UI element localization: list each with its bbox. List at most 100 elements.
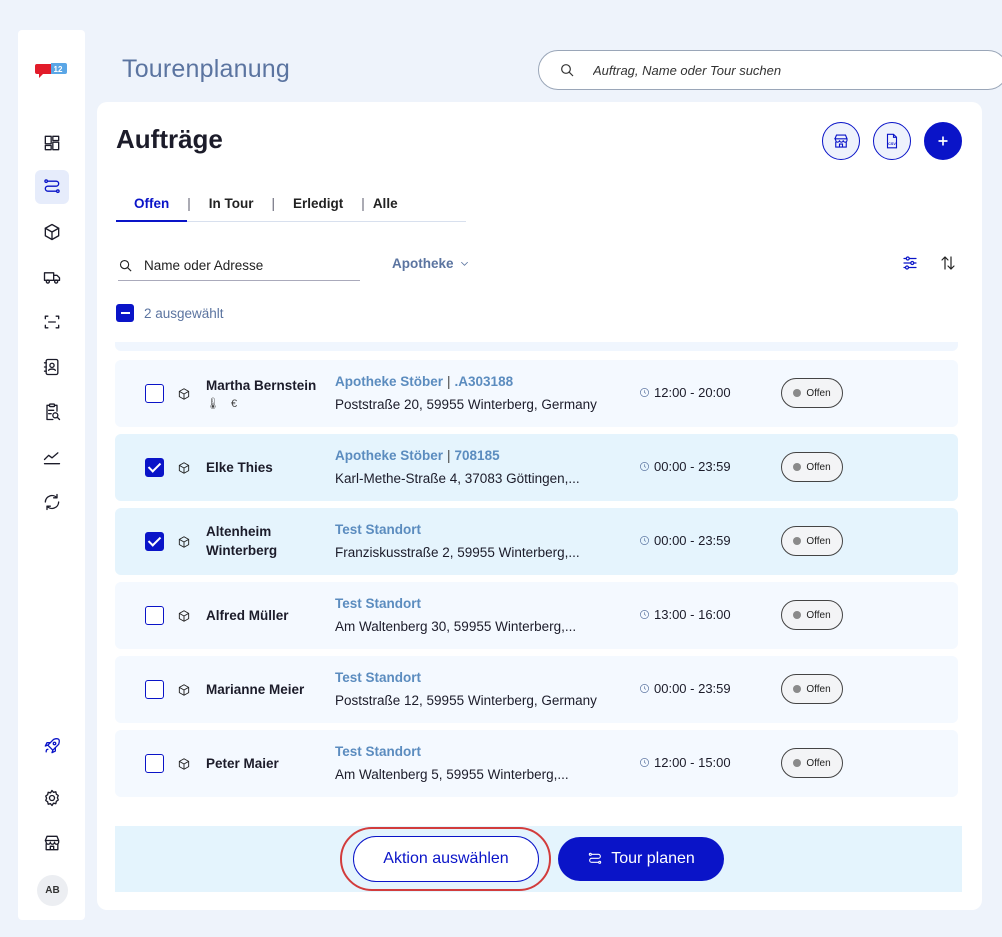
analytics-icon[interactable]	[40, 445, 64, 469]
list-row-partial	[115, 342, 958, 351]
csv-import-button[interactable]: CSV	[873, 122, 911, 160]
status-badge: Offen	[781, 378, 843, 408]
store-icon[interactable]	[40, 831, 64, 855]
clipboard-search-icon[interactable]	[40, 400, 64, 424]
time-window-value: 00:00 - 23:59	[654, 681, 731, 696]
customer-name: Marianne Meier	[206, 682, 305, 697]
order-address: Poststraße 12, 59955 Winterberg, Germany	[335, 693, 597, 708]
location-separator: |	[447, 448, 451, 463]
time-window: 00:00 - 23:59	[639, 459, 731, 474]
location-dropdown-value: Apotheke	[392, 256, 454, 271]
plan-tour-button[interactable]: Tour planen	[558, 837, 724, 881]
orders-list: Martha Bernstein 🌡 € Apotheke Stöber | .A3…	[115, 342, 958, 807]
row-checkbox[interactable]	[145, 532, 164, 551]
status-label: Offen	[806, 609, 831, 621]
row-checkbox[interactable]	[145, 606, 164, 625]
sort-button[interactable]	[939, 254, 959, 274]
order-location[interactable]: Test Standort	[335, 670, 421, 685]
order-address: Karl-Methe-Straße 4, 37083 Göttingen,...	[335, 471, 580, 486]
customer-name: Martha Bernstein	[206, 378, 317, 393]
package-icon[interactable]	[40, 220, 64, 244]
status-badge: Offen	[781, 674, 843, 704]
truck-icon[interactable]	[40, 265, 64, 289]
dashboard-icon[interactable]	[40, 131, 64, 155]
filter-settings-button[interactable]	[901, 254, 921, 274]
time-window-value: 12:00 - 15:00	[654, 755, 731, 770]
route-icon[interactable]	[35, 170, 69, 204]
status-label: Offen	[806, 461, 831, 473]
store-icon	[834, 134, 848, 148]
plan-tour-label: Tour planen	[611, 850, 695, 867]
customer-name: Altenheim Winterberg	[206, 524, 278, 558]
user-avatar[interactable]: AB	[37, 875, 68, 906]
status-badge: Offen	[781, 600, 843, 630]
svg-text:CSV: CSV	[888, 142, 896, 146]
add-order-button[interactable]	[924, 122, 962, 160]
app-logo[interactable]: 12	[35, 60, 69, 80]
section-title: Aufträge	[116, 124, 223, 154]
location-separator: |	[447, 374, 451, 389]
order-address: Franziskusstraße 2, 59955 Winterberg,...	[335, 545, 580, 560]
table-row[interactable]: Martha Bernstein 🌡 € Apotheke Stöber | .A3…	[115, 360, 958, 427]
sort-icon	[941, 256, 955, 270]
table-row[interactable]: Alfred Müller Test Standort Am Waltenber…	[115, 582, 958, 649]
sliders-icon	[903, 256, 917, 270]
clock-icon	[640, 536, 649, 545]
orders-panel: Aufträge CSV Offen | In Tour | Erledigt …	[97, 102, 982, 910]
clock-icon	[640, 388, 649, 397]
customer-name: Peter Maier	[206, 756, 279, 771]
table-row[interactable]: Marianne Meier Test Standort Poststraße …	[115, 656, 958, 723]
location-name: Test Standort	[335, 522, 422, 537]
order-location[interactable]: Test Standort	[335, 522, 421, 537]
search-icon	[119, 259, 132, 272]
location-name: Apotheke Stöber	[335, 448, 444, 463]
order-search-input[interactable]	[144, 257, 344, 273]
clock-icon	[640, 610, 649, 619]
search-icon	[561, 64, 574, 77]
global-search-input[interactable]	[593, 62, 953, 78]
row-checkbox[interactable]	[145, 754, 164, 773]
svg-text:12: 12	[54, 65, 63, 74]
table-row[interactable]: Altenheim Winterberg Test Standort Franz…	[115, 508, 958, 575]
location-name: Test Standort	[335, 596, 422, 611]
location-name: Apotheke Stöber	[335, 374, 444, 389]
gear-icon[interactable]	[40, 786, 64, 810]
package-icon	[177, 535, 191, 549]
contacts-icon[interactable]	[40, 355, 64, 379]
location-name: Test Standort	[335, 744, 422, 759]
order-search[interactable]	[118, 250, 360, 281]
row-checkbox[interactable]	[145, 384, 164, 403]
select-action-button[interactable]: Aktion auswählen	[353, 836, 539, 882]
order-address: Am Waltenberg 30, 59955 Winterberg,...	[335, 619, 577, 634]
select-all-checkbox[interactable]	[116, 304, 134, 322]
order-location[interactable]: Test Standort	[335, 596, 421, 611]
scan-icon[interactable]	[40, 310, 64, 334]
rocket-icon[interactable]	[40, 734, 64, 758]
tab-offen[interactable]: Offen	[116, 186, 188, 223]
time-window: 12:00 - 20:00	[639, 385, 731, 400]
time-window: 12:00 - 15:00	[639, 755, 731, 770]
clock-icon	[640, 758, 649, 767]
row-checkbox[interactable]	[145, 680, 164, 699]
tab-in-tour[interactable]: In Tour	[191, 187, 272, 221]
location-dropdown[interactable]: Apotheke	[392, 256, 470, 271]
order-tags: 🌡 €	[206, 398, 242, 410]
row-checkbox[interactable]	[145, 458, 164, 477]
clock-icon	[640, 684, 649, 693]
selection-summary: 2 ausgewählt	[116, 304, 224, 322]
order-location[interactable]: Test Standort	[335, 744, 421, 759]
global-search[interactable]	[538, 50, 1002, 90]
time-window-value: 00:00 - 23:59	[654, 459, 731, 474]
order-location[interactable]: Apotheke Stöber | .A303188	[335, 374, 513, 389]
order-id: 708185	[454, 448, 500, 463]
table-row[interactable]: Peter Maier Test Standort Am Waltenberg …	[115, 730, 958, 797]
time-window-value: 12:00 - 20:00	[654, 385, 731, 400]
store-filter-button[interactable]	[822, 122, 860, 160]
time-window: 13:00 - 16:00	[639, 607, 731, 622]
table-row[interactable]: Elke Thies Apotheke Stöber | 708185 Karl-M…	[115, 434, 958, 501]
order-location[interactable]: Apotheke Stöber | 708185	[335, 448, 500, 463]
tab-alle[interactable]: Alle	[365, 187, 416, 221]
sync-icon[interactable]	[40, 490, 64, 514]
status-label: Offen	[806, 683, 831, 695]
tab-erledigt[interactable]: Erledigt	[275, 187, 361, 221]
